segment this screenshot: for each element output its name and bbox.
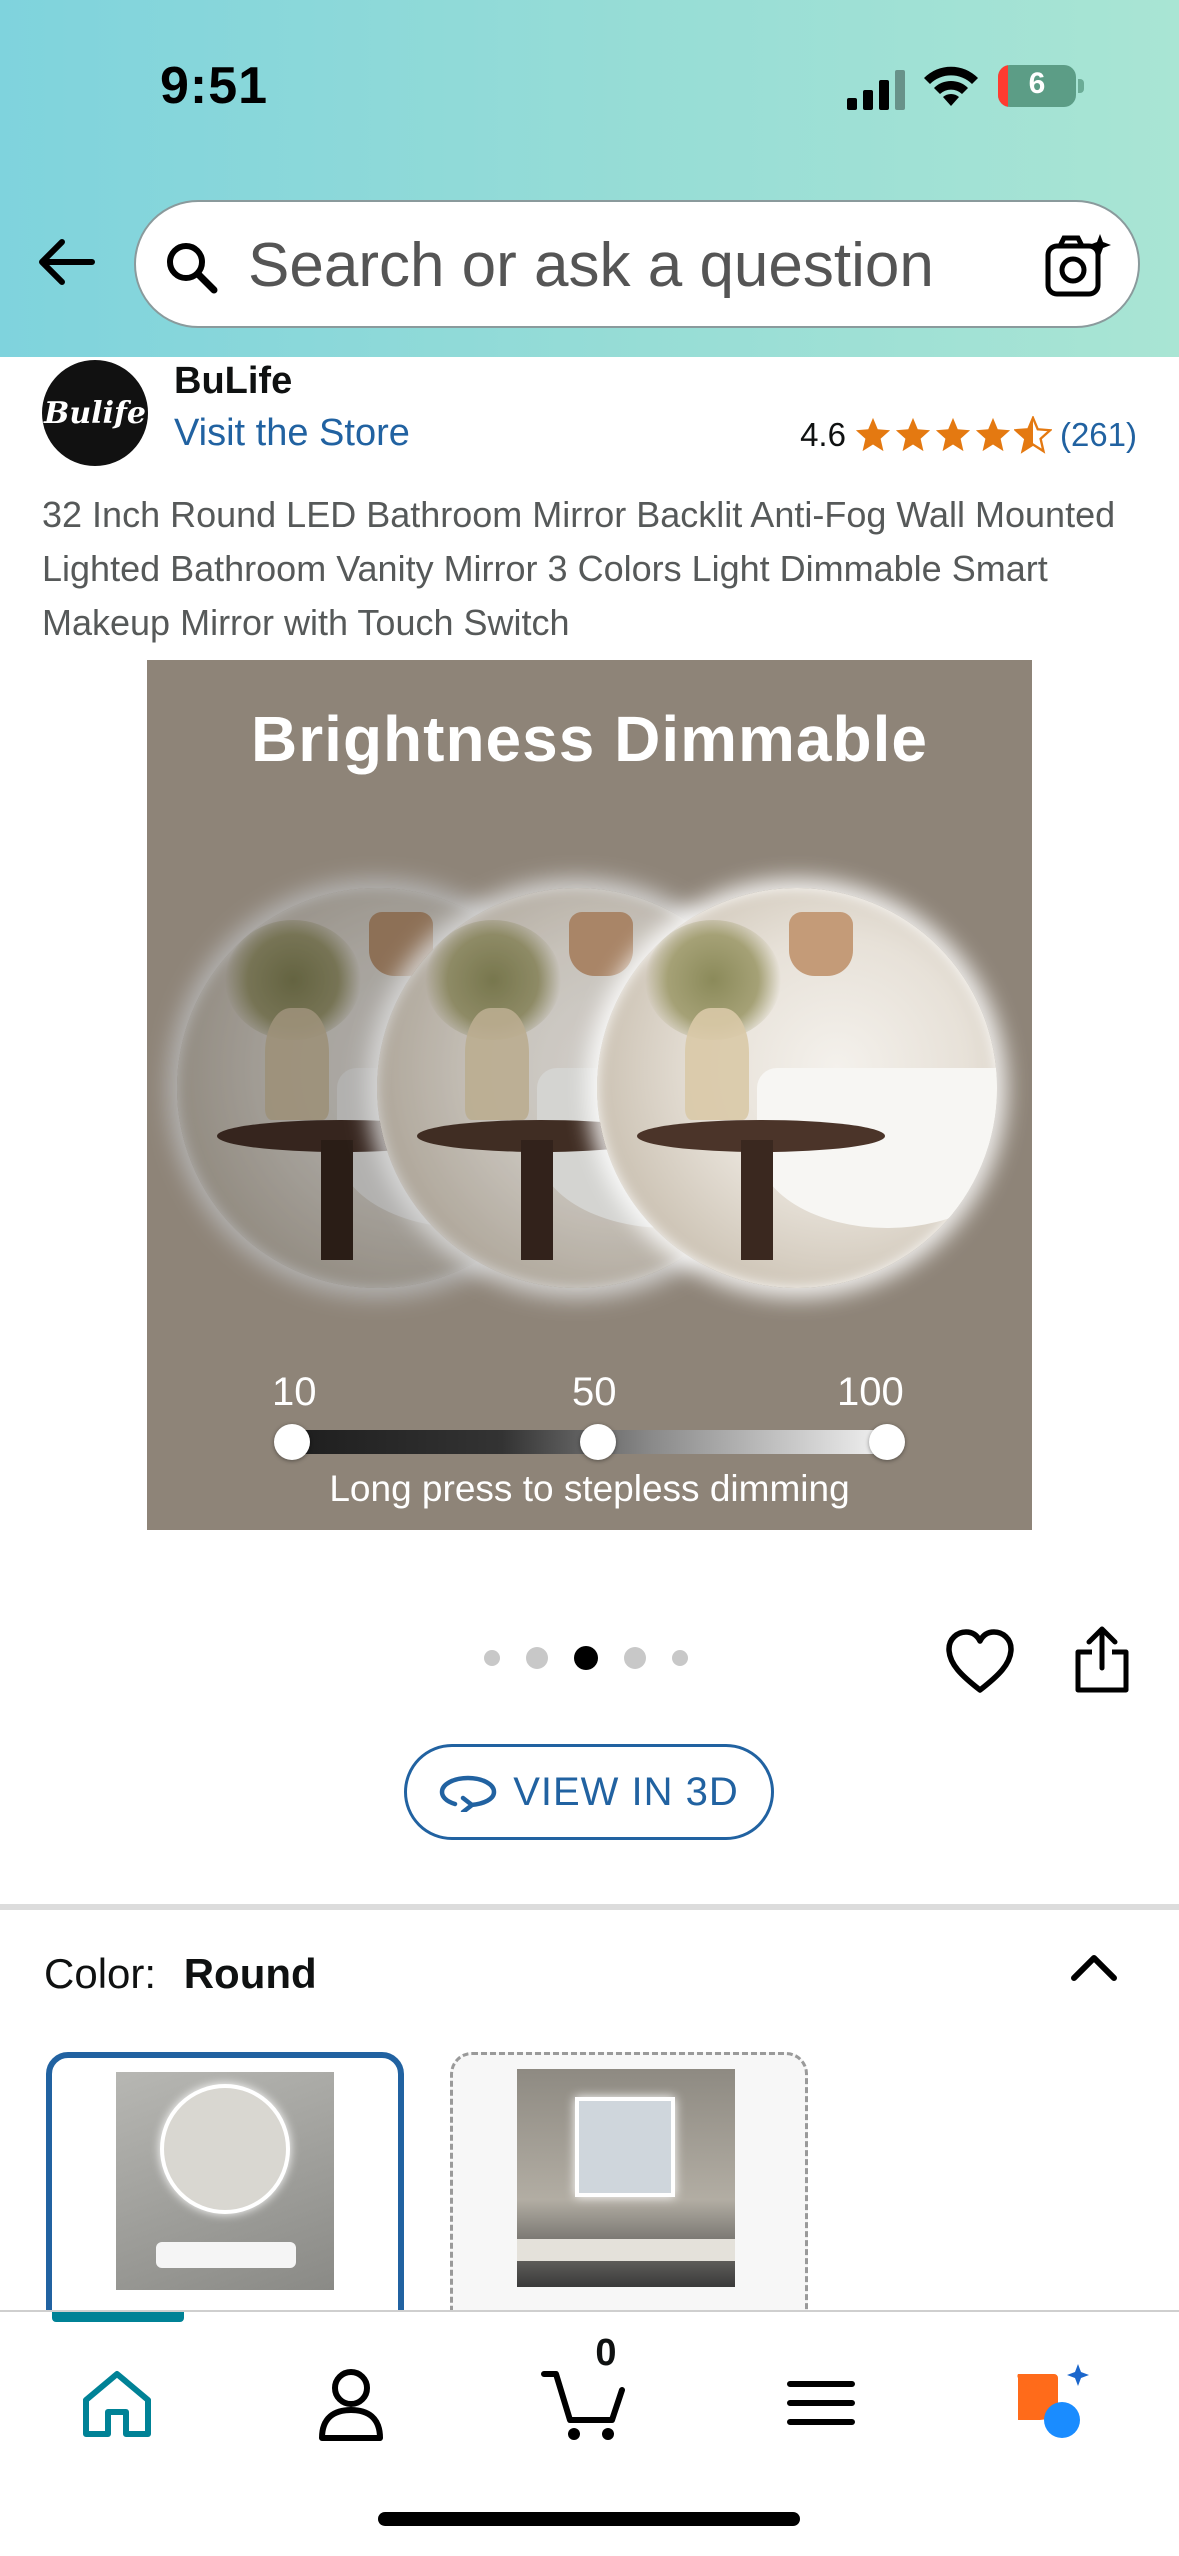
rating-value: 4.6 — [800, 416, 846, 453]
rating-count[interactable]: (261) — [1060, 416, 1137, 454]
mirror-bright — [597, 888, 997, 1288]
image-caption: Long press to stepless dimming — [329, 1468, 850, 1509]
color-option-square[interactable] — [450, 2052, 808, 2342]
product-title: 32 Inch Round LED Bathroom Mirror Backli… — [42, 494, 1116, 643]
round-mirror-thumbnail — [116, 2072, 334, 2290]
back-arrow-icon[interactable] — [34, 230, 98, 294]
carousel-dot[interactable] — [624, 1647, 646, 1669]
brightness-knob — [869, 1424, 905, 1460]
status-time: 9:51 — [160, 57, 269, 115]
rating-summary[interactable]: 4.6 (261) — [800, 416, 1137, 454]
active-tab-indicator — [52, 2312, 184, 2322]
brand-name: BuLife — [174, 360, 293, 402]
star-icon — [895, 417, 931, 452]
view-in-3d-button[interactable]: VIEW IN 3D — [404, 1744, 774, 1840]
share-icon[interactable] — [1072, 1624, 1132, 1694]
user-icon — [319, 2369, 383, 2441]
header: 9:51 6 — [0, 0, 1179, 357]
visit-store-link[interactable]: Visit the Store — [174, 412, 410, 455]
battery-level: 6 — [1028, 67, 1046, 100]
star-icon — [855, 417, 891, 452]
view-in-3d-label: VIEW IN 3D — [513, 1769, 739, 1814]
rufus-assistant-icon — [1017, 2364, 1089, 2438]
star-icon — [935, 417, 971, 452]
search-icon — [167, 243, 218, 294]
tab-menu[interactable] — [776, 2358, 866, 2448]
battery-icon: 6 — [998, 65, 1076, 107]
home-icon — [83, 2371, 151, 2437]
cellular-signal-icon — [847, 70, 905, 110]
product-image[interactable]: Brightness Dimmable 10 50 100 Long press… — [147, 660, 1032, 1530]
level-label: 50 — [572, 1370, 617, 1414]
star-icon — [975, 417, 1011, 452]
carousel-dots[interactable] — [484, 1646, 688, 1670]
brightness-knob — [580, 1424, 616, 1460]
color-label: Color: — [44, 1950, 157, 1997]
carousel-dot-active[interactable] — [574, 1646, 598, 1670]
tab-rufus[interactable] — [1010, 2358, 1100, 2448]
tab-home[interactable] — [72, 2358, 162, 2448]
cart-count: 0 — [595, 2332, 617, 2374]
level-label: 100 — [837, 1370, 904, 1414]
tab-account[interactable] — [306, 2358, 396, 2448]
search-bar[interactable] — [134, 200, 1140, 328]
carousel-dot[interactable] — [672, 1650, 688, 1666]
color-value: Round — [183, 1950, 317, 1997]
level-label: 10 — [272, 1370, 317, 1414]
color-selector-header[interactable]: Color: Round — [44, 1950, 317, 1998]
color-option-round[interactable] — [46, 2052, 404, 2342]
star-rating — [854, 416, 1052, 454]
search-input[interactable] — [248, 232, 1008, 298]
brand-logo[interactable]: Bulife — [42, 360, 148, 466]
home-indicator — [378, 2512, 800, 2526]
camera-search-icon[interactable] — [1042, 232, 1112, 302]
brand-logo-text: Bulife — [44, 395, 146, 431]
carousel-dot[interactable] — [526, 1647, 548, 1669]
brightness-levels: 10 50 100 — [147, 1370, 1032, 1420]
carousel-dot[interactable] — [484, 1650, 500, 1666]
brightness-knob — [274, 1424, 310, 1460]
wifi-icon — [924, 66, 978, 106]
hamburger-menu-icon — [787, 2381, 855, 2425]
rotate-3d-icon — [439, 1775, 497, 1812]
battery-tip — [1078, 79, 1084, 93]
half-star-icon — [1013, 416, 1052, 454]
heart-icon[interactable] — [944, 1628, 1016, 1696]
image-headline: Brightness Dimmable — [251, 703, 928, 775]
square-mirror-thumbnail — [517, 2069, 735, 2287]
chevron-up-icon[interactable] — [1066, 1946, 1122, 1986]
section-divider — [0, 1904, 1179, 1910]
